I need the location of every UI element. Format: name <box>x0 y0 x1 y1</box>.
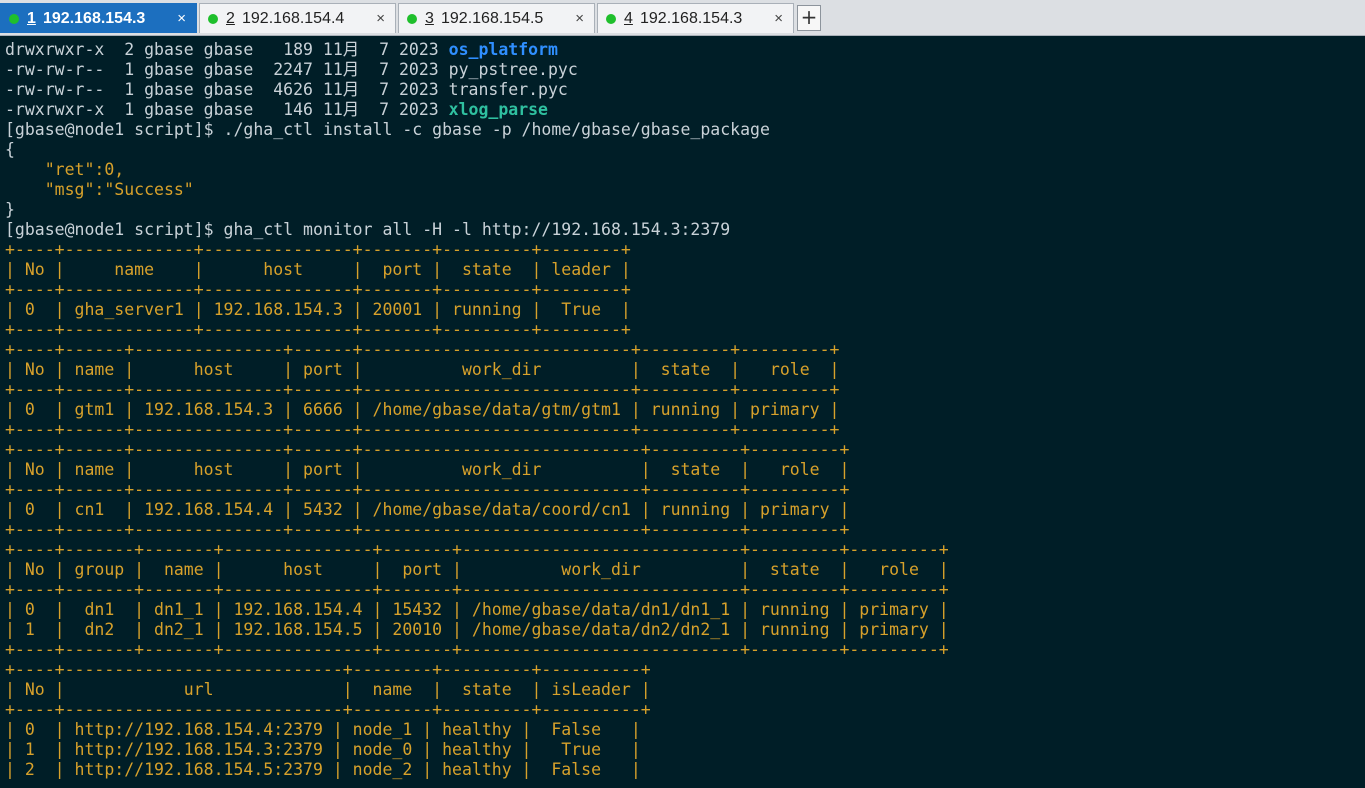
table-border: +----+-------------+---------------+----… <box>5 280 631 299</box>
new-tab-button[interactable]: + <box>797 5 821 31</box>
json-output-line: "ret":0, <box>5 160 125 179</box>
command-line: [gbase@node1 script]$ ./gha_ctl install … <box>5 120 770 139</box>
table-row: | 0 | gtm1 | 192.168.154.3 | 6666 | /hom… <box>5 400 840 419</box>
tab-number: 4 <box>624 10 633 27</box>
tab-session-1[interactable]: 1 192.168.154.3 × <box>0 3 197 33</box>
table-border: +----+-------+-------+---------------+--… <box>5 580 949 599</box>
command-line: [gbase@node1 script]$ gha_ctl monitor al… <box>5 220 731 239</box>
close-icon[interactable]: × <box>376 4 385 33</box>
table-border: +----+------+---------------+------+----… <box>5 440 850 459</box>
tab-number: 1 <box>27 10 36 27</box>
table-border: +----+----------------------------+-----… <box>5 700 651 719</box>
tab-number: 3 <box>425 10 434 27</box>
connected-status-icon <box>606 14 616 24</box>
table-row: | 0 | dn1 | dn1_1 | 192.168.154.4 | 1543… <box>5 600 949 619</box>
table-border: +----+------+---------------+------+----… <box>5 340 840 359</box>
table-header: | No | name | host | port | work_dir | s… <box>5 460 850 479</box>
table-border: +----+------+---------------+------+----… <box>5 380 840 399</box>
tab-number: 2 <box>226 10 235 27</box>
terminal-line-listing: -rwxrwxr-x 1 gbase gbase 146 11月 7 2023 … <box>5 100 548 120</box>
terminal-line-listing: drwxrwxr-x 2 gbase gbase 189 11月 7 2023 … <box>5 40 558 60</box>
table-header: | No | name | host | port | state | lead… <box>5 260 631 279</box>
table-row: | 0 | http://192.168.154.4:2379 | node_1… <box>5 720 641 739</box>
terminal-line-listing: -rw-rw-r-- 1 gbase gbase 4626 11月 7 2023… <box>5 80 568 99</box>
tab-host-label: 192.168.154.3 <box>43 10 146 27</box>
directory-name: os_platform <box>448 40 558 59</box>
table-border: +----+----------------------------+-----… <box>5 660 651 679</box>
table-row: | 1 | dn2 | dn2_1 | 192.168.154.5 | 2001… <box>5 620 949 639</box>
table-header: | No | url | name | state | isLeader | <box>5 680 651 699</box>
table-border: +----+-------+-------+---------------+--… <box>5 640 949 659</box>
terminal-output[interactable]: drwxrwxr-x 2 gbase gbase 189 11月 7 2023 … <box>0 36 1365 788</box>
json-output-line: } <box>5 200 15 219</box>
connected-status-icon <box>407 14 417 24</box>
tab-bar: 1 192.168.154.3 × 2 192.168.154.4 × 3 19… <box>0 0 1365 36</box>
table-header: | No | group | name | host | port | work… <box>5 560 949 579</box>
tab-host-label: 192.168.154.3 <box>640 10 743 27</box>
table-border: +----+------+---------------+------+----… <box>5 420 840 439</box>
tab-session-2[interactable]: 2 192.168.154.4 × <box>199 3 396 33</box>
close-icon[interactable]: × <box>774 4 783 33</box>
close-icon[interactable]: × <box>575 4 584 33</box>
table-border: +----+-------+-------+---------------+--… <box>5 540 949 559</box>
executable-name: xlog_parse <box>448 100 548 119</box>
table-row: | 2 | http://192.168.154.5:2379 | node_2… <box>5 760 641 779</box>
listing-text: -rwxrwxr-x 1 gbase gbase 146 11月 7 2023 <box>5 100 449 119</box>
connected-status-icon <box>208 14 218 24</box>
connected-status-icon <box>9 14 19 24</box>
table-row: | 1 | http://192.168.154.3:2379 | node_0… <box>5 740 641 759</box>
table-border: +----+-------------+---------------+----… <box>5 320 631 339</box>
table-row: | 0 | cn1 | 192.168.154.4 | 5432 | /home… <box>5 500 850 519</box>
close-icon[interactable]: × <box>177 4 186 33</box>
table-border: +----+------+---------------+------+----… <box>5 520 850 539</box>
table-border: +----+-------------+---------------+----… <box>5 240 631 259</box>
json-output-line: "msg":"Success" <box>5 180 194 199</box>
tab-session-3[interactable]: 3 192.168.154.5 × <box>398 3 595 33</box>
table-border: +----+------+---------------+------+----… <box>5 480 850 499</box>
table-header: | No | name | host | port | work_dir | s… <box>5 360 840 379</box>
terminal-line-listing: -rw-rw-r-- 1 gbase gbase 2247 11月 7 2023… <box>5 60 578 79</box>
tab-host-label: 192.168.154.4 <box>242 10 345 27</box>
tab-session-4[interactable]: 4 192.168.154.3 × <box>597 3 794 33</box>
table-row: | 0 | gha_server1 | 192.168.154.3 | 2000… <box>5 300 631 319</box>
listing-text: drwxrwxr-x 2 gbase gbase 189 11月 7 2023 <box>5 40 449 59</box>
tab-host-label: 192.168.154.5 <box>441 10 544 27</box>
json-output-line: { <box>5 140 15 159</box>
